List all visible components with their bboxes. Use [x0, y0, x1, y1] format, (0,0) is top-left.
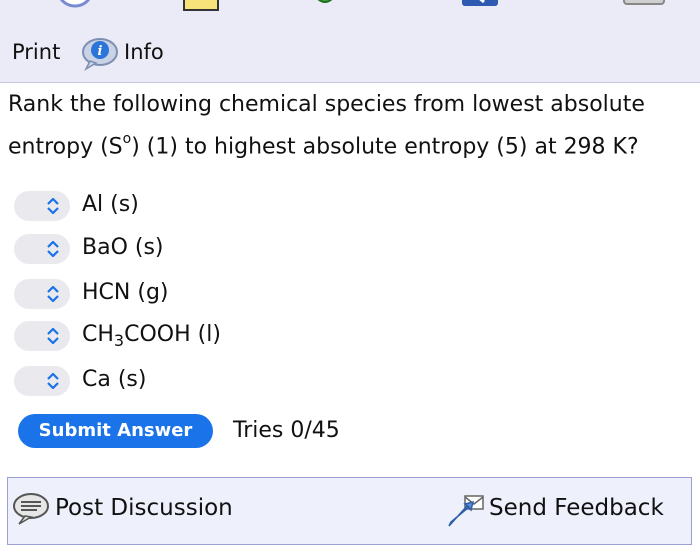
footer-bar: Post Discussion Send Feedback	[7, 477, 692, 545]
speech-bubble-icon[interactable]	[11, 492, 51, 526]
question-text: Rank the following chemical species from…	[8, 86, 698, 165]
up-down-chevron-icon	[47, 373, 59, 389]
info-link[interactable]: Info	[124, 40, 164, 64]
species-subscript: 3	[113, 331, 125, 350]
species-label: BaO (s)	[82, 235, 164, 260]
species-label: Ca (s)	[82, 367, 147, 392]
rank-select[interactable]	[14, 321, 70, 351]
rank-row: CH3COOH (l)	[14, 321, 314, 351]
species-label-post: COOH (l)	[124, 322, 221, 347]
post-discussion-link[interactable]: Post Discussion	[55, 495, 233, 521]
rank-row: BaO (s)	[14, 234, 314, 264]
cropped-note-icon[interactable]	[183, 0, 219, 12]
feedback-arrows-icon[interactable]	[445, 492, 487, 530]
cropped-blue-icon[interactable]	[458, 0, 502, 10]
species-label: CH3COOH (l)	[82, 322, 221, 350]
tries-counter: Tries 0/45	[233, 418, 340, 443]
cropped-green-icon[interactable]	[305, 0, 345, 10]
up-down-chevron-icon	[47, 286, 59, 302]
up-down-chevron-icon	[47, 241, 59, 257]
rank-select[interactable]	[14, 191, 70, 221]
question-text-after: ) (1) to highest absolute entropy (5) at…	[131, 134, 639, 160]
up-down-chevron-icon	[47, 198, 59, 214]
species-label: HCN (g)	[82, 280, 169, 305]
cropped-gray-icon[interactable]	[622, 0, 666, 10]
toolbar: Print i Info	[0, 0, 700, 83]
species-label: Al (s)	[82, 192, 139, 217]
svg-text:i: i	[98, 44, 103, 59]
rank-select[interactable]	[14, 279, 70, 309]
rank-select[interactable]	[14, 366, 70, 396]
submit-answer-button[interactable]: Submit Answer	[18, 414, 213, 448]
info-icon[interactable]: i	[80, 33, 120, 73]
up-down-chevron-icon	[47, 328, 59, 344]
send-feedback-link[interactable]: Send Feedback	[489, 495, 664, 521]
rank-row: HCN (g)	[14, 279, 314, 309]
species-label-pre: CH	[82, 322, 114, 347]
cropped-circle-icon[interactable]	[55, 0, 95, 10]
degree-superscript: o	[122, 131, 132, 147]
rank-row: Ca (s)	[14, 366, 314, 396]
rank-select[interactable]	[14, 234, 70, 264]
print-link[interactable]: Print	[12, 40, 60, 64]
rank-row: Al (s)	[14, 191, 314, 221]
